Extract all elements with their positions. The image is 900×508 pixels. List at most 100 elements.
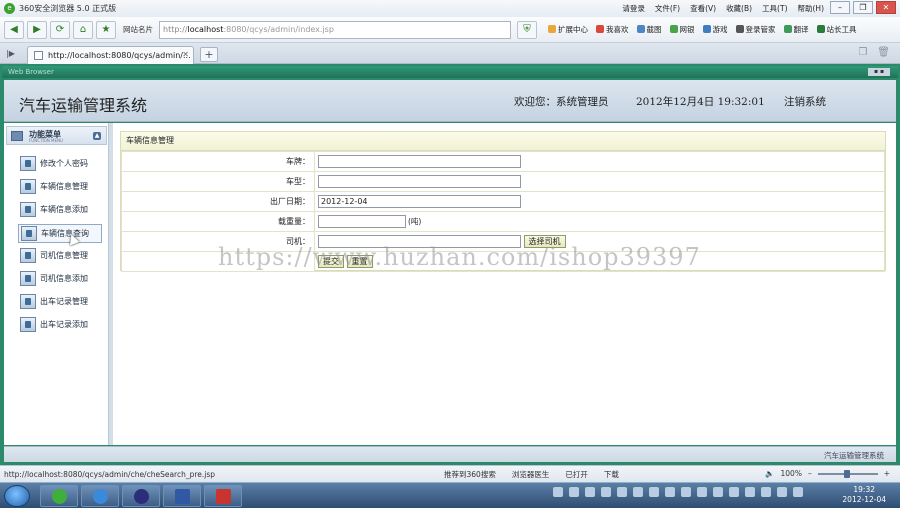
restore-icon[interactable]: ❐ [853,1,873,14]
browser-navbar: ◀ ▶ ⟳ ⌂ ★ 网站名片 http:// localhost :8080/q… [0,17,900,43]
webpage-frame: Web Browser ▪ ▪ 汽车运输管理系统 欢迎您：系统管理员 2012年… [0,64,900,465]
forward-icon[interactable]: ▶ [27,20,47,39]
tab-label: http://localhost:8080/qcys/admin/... [48,51,191,60]
address-bar[interactable]: http:// localhost :8080/qcys/admin/index… [159,20,511,39]
menu-item-trip-add[interactable]: 出车记录添加 [18,316,102,335]
tray-icon[interactable] [681,487,691,497]
menu-item-driver-manage[interactable]: 司机信息管理 [18,247,102,266]
tab-close-icon[interactable]: ✕ [182,50,189,59]
back-icon[interactable]: ◀ [4,20,24,39]
taskbar-word[interactable] [163,485,201,507]
tray-icon[interactable] [649,487,659,497]
tray-icon[interactable] [777,487,787,497]
taskbar-360-browser[interactable] [40,485,78,507]
driver-input[interactable] [318,235,521,248]
close-icon[interactable]: ✕ [876,1,896,14]
tray-icon[interactable] [665,487,675,497]
taskbar-app[interactable] [204,485,242,507]
tray-icon[interactable] [745,487,755,497]
tray-icon[interactable] [601,487,611,497]
tab-admin[interactable]: http://localhost:8080/qcys/admin/... ✕ [27,46,194,64]
document-icon [20,271,36,286]
plate-input[interactable] [318,155,521,168]
load-label: 载重量： [121,211,315,232]
menu-item-trip-manage[interactable]: 出车记录管理 [18,293,102,312]
zoom-slider-thumb[interactable] [843,469,850,478]
status-recommend[interactable]: 推荐到360搜索 [444,469,496,480]
collapse-icon[interactable]: ▲ [93,132,101,140]
trash-icon[interactable]: 🗑 [877,47,890,58]
start-button-icon[interactable] [4,485,30,507]
form-row: 提交 重置 [121,251,885,272]
tray-icon[interactable] [569,487,579,497]
tool-extensions[interactable]: 扩展中心 [548,24,588,35]
menu-login[interactable]: 请登录 [622,3,645,14]
sidebar-splitter[interactable] [109,123,113,445]
menu-help[interactable]: 帮助(H) [798,3,825,14]
zoom-slider[interactable] [817,469,878,478]
status-opened[interactable]: 已打开 [565,469,588,480]
menu-item-change-password[interactable]: 修改个人密码 [18,155,102,174]
zoom-level[interactable]: 100% [781,469,802,478]
favorite-star-icon[interactable]: ★ [96,20,116,39]
tray-icon[interactable] [793,487,803,497]
site-card-button[interactable]: 网站名片 [123,24,153,35]
reset-button[interactable]: 重置 [346,255,373,268]
minimize-icon[interactable]: – [830,1,850,14]
refresh-icon[interactable]: ⟳ [50,20,70,39]
new-tab-icon[interactable]: + [200,47,218,62]
tray-icon[interactable] [761,487,771,497]
tool-bank[interactable]: 网银 [669,24,695,35]
menu-item-vehicle-add[interactable]: 车辆信息添加 [18,201,102,220]
tool-login-manager[interactable]: 登录管家 [735,24,776,35]
menu-view[interactable]: 查看(V) [690,3,716,14]
status-doctor[interactable]: 浏览器医生 [512,469,550,480]
tool-webmaster[interactable]: 站长工具 [816,24,857,35]
sidebar-toggle-icon[interactable]: |▶ [6,49,15,58]
driver-label: 司机： [121,231,315,252]
document-icon [20,179,36,194]
volume-icon[interactable]: 🔈 [765,469,774,478]
menu-tools[interactable]: 工具(T) [762,3,787,14]
zoom-out-icon[interactable]: – [808,469,812,478]
tray-icon[interactable] [585,487,595,497]
tray-icon[interactable] [713,487,723,497]
footer-text: 汽车运输管理系统 [824,451,884,460]
model-input[interactable] [318,175,521,188]
form-row: 车牌： [121,151,885,172]
tray-icon[interactable] [553,487,563,497]
menu-item-driver-add[interactable]: 司机信息添加 [18,270,102,289]
tray-icon[interactable] [729,487,739,497]
tray-icon[interactable] [633,487,643,497]
logout-link[interactable]: 注销系统 [784,94,826,109]
menu-item-vehicle-manage[interactable]: 车辆信息管理 [18,178,102,197]
tool-games[interactable]: 游戏 [702,24,728,35]
menu-favorites[interactable]: 收藏(B) [726,3,752,14]
tray-icon[interactable] [697,487,707,497]
shield-icon[interactable]: ⛨ [517,20,537,39]
word-icon [175,489,190,504]
select-driver-button[interactable]: 选择司机 [523,235,566,248]
tool-translate[interactable]: 翻译 [783,24,809,35]
menu-file[interactable]: 文件(F) [655,3,680,14]
load-input[interactable] [318,215,406,228]
taskbar-eclipse[interactable] [122,485,160,507]
status-download[interactable]: 下载 [604,469,619,480]
submit-button[interactable]: 提交 [318,255,344,268]
tool-like[interactable]: 我喜欢 [596,24,629,35]
date-input[interactable]: 2012-12-04 [318,195,521,208]
tab-list-icon[interactable]: ❐ [858,47,867,58]
menu-item-vehicle-query[interactable]: 车辆信息查询 [18,224,102,243]
system-clock[interactable]: 19:32 2012-12-04 [842,485,886,505]
home-icon[interactable]: ⌂ [73,20,93,39]
empty-label [121,251,315,272]
tray-icon[interactable] [617,487,627,497]
zoom-in-icon[interactable]: + [884,469,890,478]
frame-controls-icon[interactable]: ▪ ▪ [868,68,890,76]
taskbar-ie[interactable] [81,485,119,507]
function-menu: 功能菜单 FUNCTION MENU ▲ 修改个人密码 车辆信息管理 车辆信息添… [4,123,109,445]
tool-screenshot[interactable]: 截图 [636,24,662,35]
app-content: 功能菜单 FUNCTION MENU ▲ 修改个人密码 车辆信息管理 车辆信息添… [4,123,896,445]
panel-title: 车辆信息管理 [121,132,885,151]
plate-label: 车牌： [121,151,315,172]
